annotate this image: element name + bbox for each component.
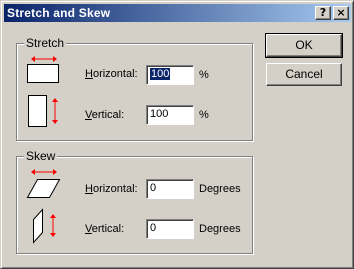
stretch-group-label: Stretch [24, 36, 67, 50]
skew-vertical-label: Vertical: [85, 223, 125, 235]
skew-vertical-icon [33, 208, 56, 244]
title-bar[interactable]: Stretch and Skew ? × [4, 4, 351, 22]
skew-horizontal-input[interactable]: 0 [146, 179, 194, 199]
stretch-vertical-icon [28, 95, 58, 127]
stretch-vertical-unit: % [199, 109, 209, 121]
stretch-skew-dialog: Stretch and Skew ? × OK Cancel Stretch H… [0, 0, 354, 269]
cancel-button[interactable]: Cancel [266, 63, 342, 86]
stretch-horizontal-icon [27, 56, 59, 83]
close-button[interactable]: × [333, 6, 349, 20]
stretch-horizontal-label: Horizontal: [85, 68, 138, 80]
ok-button[interactable]: OK [265, 33, 343, 58]
skew-vertical-unit: Degrees [199, 223, 241, 235]
help-button[interactable]: ? [315, 6, 331, 20]
skew-horizontal-unit: Degrees [199, 183, 241, 195]
skew-horizontal-icon [26, 169, 61, 198]
stretch-vertical-input[interactable]: 100 [146, 105, 194, 125]
skew-horizontal-label: Horizontal: [85, 183, 138, 195]
skew-vertical-input[interactable]: 0 [146, 219, 194, 239]
stretch-horizontal-input[interactable]: 100 [146, 65, 194, 85]
stretch-vertical-label: Vertical: [85, 109, 125, 121]
skew-group-label: Skew [24, 149, 58, 163]
stretch-horizontal-unit: % [199, 69, 209, 81]
window-title: Stretch and Skew [7, 6, 111, 20]
